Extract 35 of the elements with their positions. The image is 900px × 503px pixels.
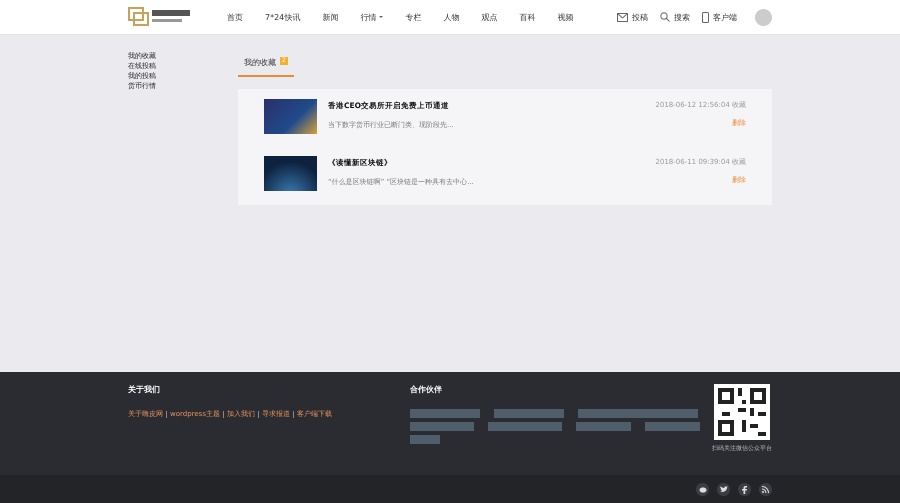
qr-code [714,384,770,440]
partner-logo[interactable] [488,422,562,431]
nav-link[interactable]: 百科 [508,12,546,22]
search-icon [660,12,670,22]
nav-link[interactable]: 首页 [216,12,254,22]
mail-icon [617,12,628,22]
nav-link[interactable]: 视频 [546,12,584,22]
partner-logo[interactable] [494,409,564,418]
header-link[interactable]: 投稿 [617,12,648,22]
rss-icon[interactable] [759,483,772,496]
partner-logo[interactable] [410,422,474,431]
footer-heading: 关于我们 [128,384,161,395]
header-link[interactable]: 客户端 [702,12,737,22]
phone-icon [702,12,709,22]
facebook-icon[interactable] [738,483,751,496]
nav-link[interactable]: 新闻 [311,12,350,22]
nav-link[interactable]: 行情 [349,12,394,22]
caret-icon [379,16,384,18]
partner-logo[interactable] [578,409,698,418]
partner-logo[interactable] [410,435,440,444]
nav-link[interactable]: 专栏 [394,12,432,22]
logo-drawing[interactable] [128,6,192,28]
nav-link[interactable]: 人物 [432,12,470,22]
partner-logo[interactable] [644,422,700,431]
thumbnail-placeholder[interactable] [264,156,317,191]
avatar[interactable] [755,8,772,26]
nav-link[interactable]: 观点 [470,12,508,22]
weibo-icon[interactable] [696,483,709,496]
header-link[interactable]: 搜索 [660,12,690,22]
nav-link[interactable]: 7*24快讯 [254,12,312,22]
footer-heading: 合作伙伴 [410,384,443,395]
bird-icon[interactable] [717,483,730,496]
thumbnail-placeholder[interactable] [264,99,317,134]
partner-logo[interactable] [410,409,480,418]
partner-logo[interactable] [576,422,631,431]
